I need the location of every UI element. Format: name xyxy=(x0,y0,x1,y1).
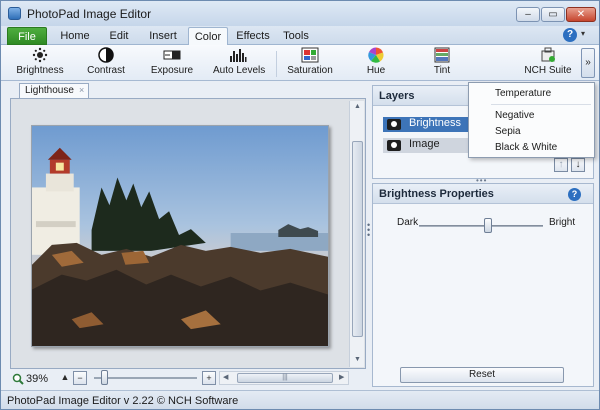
brightness-label: Brightness xyxy=(16,65,64,76)
visibility-eye-icon[interactable] xyxy=(387,119,401,130)
contrast-label: Contrast xyxy=(87,65,125,76)
close-tab-icon[interactable]: × xyxy=(79,85,84,95)
exposure-icon xyxy=(163,50,181,60)
brightness-icon xyxy=(32,47,48,63)
exposure-label: Exposure xyxy=(150,65,194,76)
exposure-button[interactable]: Exposure xyxy=(147,47,197,81)
zoom-in-button[interactable]: + xyxy=(202,371,216,385)
tab-tools[interactable]: Tools xyxy=(279,27,313,45)
move-layer-down-button[interactable]: ↓ xyxy=(571,158,585,172)
tint-icon xyxy=(434,47,450,63)
scroll-left-icon[interactable]: ◀ xyxy=(223,373,228,381)
tint-button[interactable]: Tint xyxy=(427,47,457,81)
panel-splitter-handle[interactable]: • • • xyxy=(367,221,370,240)
scroll-right-icon[interactable]: ▶ xyxy=(339,373,344,381)
maximize-button[interactable]: ▭ xyxy=(541,7,565,22)
saturation-button[interactable]: Saturation xyxy=(287,47,333,81)
horizontal-scrollbar[interactable]: ◀ ||| ▶ xyxy=(219,371,349,385)
menu-item-black-white[interactable]: Black & White xyxy=(495,142,557,153)
brightness-properties-panel: Brightness Properties xyxy=(372,183,594,387)
saturation-icon xyxy=(301,47,319,63)
document-tab-label: Lighthouse xyxy=(25,85,74,96)
layer-label: Image xyxy=(409,138,440,150)
tab-insert[interactable]: Insert xyxy=(143,27,183,45)
menu-item-sepia[interactable]: Sepia xyxy=(495,126,521,137)
visibility-eye-icon[interactable] xyxy=(387,140,401,151)
close-button[interactable]: ✕ xyxy=(566,7,596,22)
tab-home[interactable]: Home xyxy=(55,27,95,45)
ribbon-toolbar: Brightness Contrast Exposure Auto Levels… xyxy=(1,45,599,81)
color-more-dropdown-menu: Temperature Negative Sepia Black & White xyxy=(468,82,595,158)
menu-tab-bar: File Home Edit Insert Color Effects Tool… xyxy=(1,26,599,45)
saturation-label: Saturation xyxy=(287,65,333,76)
ribbon-more-button[interactable]: » xyxy=(581,48,595,78)
magnifier-icon xyxy=(12,373,24,385)
scroll-up-icon[interactable]: ▲ xyxy=(354,103,361,110)
zoom-slider-thumb[interactable] xyxy=(101,370,109,385)
tint-label: Tint xyxy=(433,65,451,76)
app-window: PhotoPad Image Editor – ▭ ✕ File Home Ed… xyxy=(0,0,600,410)
document-tab-lighthouse[interactable]: Lighthouse × xyxy=(19,83,89,98)
window-title: PhotoPad Image Editor xyxy=(27,7,152,21)
hue-label: Hue xyxy=(366,65,386,76)
tab-file[interactable]: File xyxy=(7,27,47,45)
tab-effects[interactable]: Effects xyxy=(233,27,273,45)
vertical-scrollbar[interactable]: ▲ ▼ xyxy=(349,101,364,367)
tab-edit[interactable]: Edit xyxy=(101,27,137,45)
menu-item-temperature[interactable]: Temperature xyxy=(495,88,551,99)
help-dropdown-icon[interactable]: ▾ xyxy=(581,29,585,38)
app-logo-icon xyxy=(8,7,21,20)
zoom-level: 39% xyxy=(26,373,49,385)
slider-min-label: Dark xyxy=(397,217,419,228)
reset-button[interactable]: Reset xyxy=(400,367,564,383)
menu-item-negative[interactable]: Negative xyxy=(495,110,534,121)
layer-label: Brightness xyxy=(409,117,461,129)
nch-suite-icon xyxy=(541,47,555,62)
menu-separator xyxy=(491,104,591,105)
lighthouse-photo xyxy=(31,125,329,347)
horizontal-scroll-thumb[interactable]: ||| xyxy=(237,373,333,383)
properties-help-icon[interactable]: ? xyxy=(568,188,581,201)
hue-button[interactable]: Hue xyxy=(361,47,391,81)
help-icon[interactable]: ? xyxy=(563,28,577,42)
contrast-button[interactable]: Contrast xyxy=(83,47,129,81)
auto-levels-label: Auto Levels xyxy=(213,65,266,76)
zoom-fit-icon[interactable]: ▲ xyxy=(58,371,72,385)
hue-icon xyxy=(368,47,384,63)
status-bar: PhotoPad Image Editor v 2.22 © NCH Softw… xyxy=(1,390,599,409)
properties-panel-title: Brightness Properties xyxy=(373,184,593,204)
auto-levels-icon xyxy=(230,49,247,62)
minimize-button[interactable]: – xyxy=(516,7,540,22)
auto-levels-button[interactable]: Auto Levels xyxy=(213,47,266,81)
status-text: PhotoPad Image Editor v 2.22 © NCH Softw… xyxy=(7,395,239,407)
vertical-scroll-thumb[interactable] xyxy=(352,141,363,337)
tab-color[interactable]: Color xyxy=(188,27,228,45)
brightness-slider-thumb[interactable] xyxy=(484,218,493,233)
zoom-slider-track[interactable] xyxy=(94,377,197,379)
zoom-out-button[interactable]: − xyxy=(73,371,87,385)
nch-suite-label: NCH Suite xyxy=(524,65,572,76)
ribbon-separator xyxy=(276,51,277,77)
scroll-down-icon[interactable]: ▼ xyxy=(354,356,361,363)
document-tab-strip: Lighthouse × xyxy=(9,83,367,98)
brightness-slider-track[interactable] xyxy=(419,225,543,227)
slider-max-label: Bright xyxy=(549,217,576,228)
move-layer-up-button[interactable]: ↑ xyxy=(554,158,568,172)
contrast-icon xyxy=(98,47,114,63)
nch-suite-button[interactable]: NCH Suite xyxy=(524,47,572,81)
brightness-button[interactable]: Brightness xyxy=(15,47,65,81)
title-bar: PhotoPad Image Editor – ▭ ✕ xyxy=(1,1,599,26)
